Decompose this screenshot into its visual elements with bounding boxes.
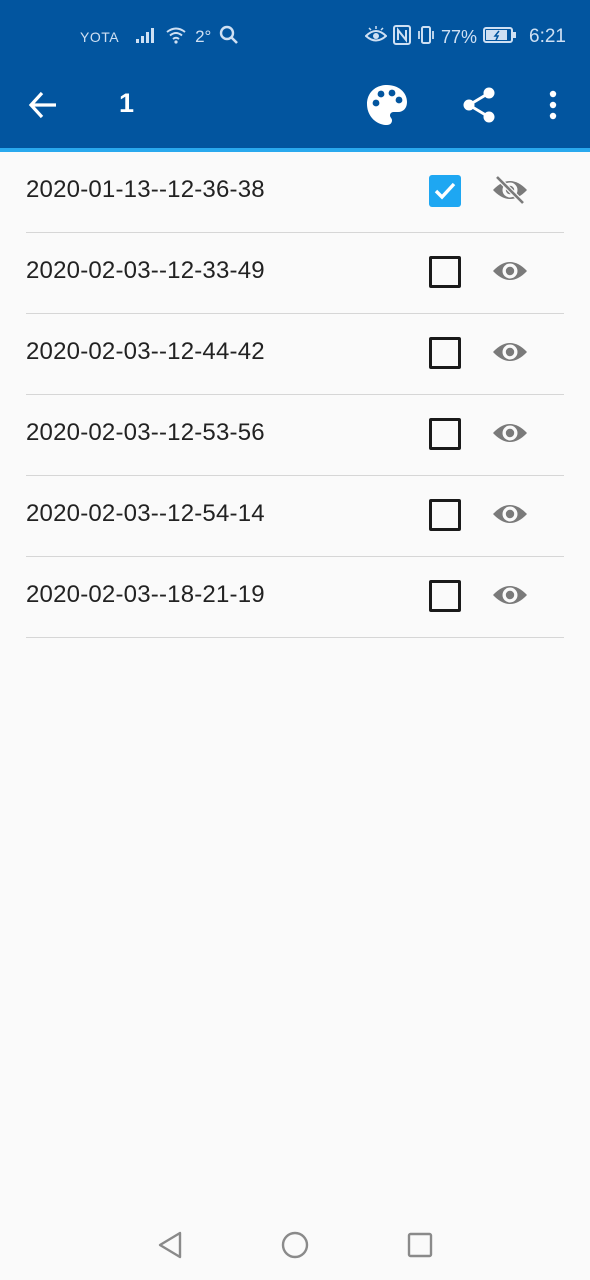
vibrate-icon	[417, 25, 435, 50]
visibility-toggle[interactable]	[490, 415, 530, 455]
visibility-toggle[interactable]	[490, 334, 530, 374]
more-options-button[interactable]	[530, 80, 576, 134]
eye-icon	[490, 255, 530, 292]
nav-home-icon	[280, 1230, 310, 1265]
list-item-label: 2020-02-03--18-21-19	[26, 581, 265, 608]
more-vert-icon	[548, 90, 558, 125]
nav-home-button[interactable]	[275, 1230, 315, 1264]
nfc-icon	[392, 24, 411, 50]
eye-off-icon	[490, 174, 530, 211]
battery-icon	[483, 26, 517, 49]
back-button[interactable]	[16, 80, 70, 134]
status-right: 77% 6:21	[364, 24, 566, 50]
share-button[interactable]	[452, 80, 506, 134]
visibility-toggle[interactable]	[490, 172, 530, 212]
list-item-label: 2020-02-03--12-33-49	[26, 257, 265, 284]
temperature-label: 2°	[195, 27, 212, 46]
nav-recent-button[interactable]	[400, 1230, 440, 1264]
nav-recent-icon	[406, 1231, 434, 1264]
visibility-toggle[interactable]	[490, 577, 530, 617]
eye-icon	[490, 417, 530, 454]
list-item-label: 2020-01-13--12-36-38	[26, 176, 265, 203]
status-bar: YOTA 2° 77% 6:21	[0, 0, 590, 72]
search-icon	[219, 25, 239, 49]
check-icon	[434, 182, 456, 200]
item-checkbox[interactable]	[429, 256, 461, 288]
eye-icon	[490, 579, 530, 616]
list-item[interactable]: 2020-02-03--12-44-42	[26, 314, 564, 395]
battery-percent: 77%	[440, 26, 478, 47]
list-item-label: 2020-02-03--12-54-14	[26, 500, 265, 527]
item-checkbox[interactable]	[429, 580, 461, 612]
item-checkbox[interactable]	[429, 175, 461, 207]
list-item[interactable]: 2020-02-03--12-33-49	[26, 233, 564, 314]
item-checkbox[interactable]	[429, 499, 461, 531]
file-list: 2020-01-13--12-36-38 2020-02-03--12-33-4…	[0, 152, 590, 638]
page-title: 1	[119, 88, 135, 118]
wifi-icon	[165, 26, 187, 48]
list-item[interactable]: 2020-02-03--12-54-14	[26, 476, 564, 557]
list-item[interactable]: 2020-01-13--12-36-38	[26, 152, 564, 233]
item-checkbox[interactable]	[429, 337, 461, 369]
share-icon	[461, 86, 497, 129]
visibility-toggle[interactable]	[490, 253, 530, 293]
list-item[interactable]: 2020-02-03--12-53-56	[26, 395, 564, 476]
signal-icon	[135, 26, 157, 48]
clock: 6:21	[529, 26, 566, 47]
visibility-toggle[interactable]	[490, 496, 530, 536]
eye-icon	[490, 498, 530, 535]
carrier-label: YOTA	[80, 29, 120, 45]
back-arrow-icon	[28, 90, 58, 125]
eye-icon	[490, 336, 530, 373]
nav-back-button[interactable]	[150, 1230, 190, 1264]
palette-button[interactable]	[360, 80, 414, 134]
nav-back-icon	[156, 1230, 184, 1265]
palette-icon	[365, 83, 409, 132]
list-item-label: 2020-02-03--12-44-42	[26, 338, 265, 365]
system-nav-bar	[0, 1212, 590, 1280]
list-item[interactable]: 2020-02-03--18-21-19	[26, 557, 564, 638]
item-checkbox[interactable]	[429, 418, 461, 450]
list-item-label: 2020-02-03--12-53-56	[26, 419, 265, 446]
eye-comfort-icon	[364, 25, 388, 49]
status-left: YOTA 2°	[80, 24, 239, 50]
